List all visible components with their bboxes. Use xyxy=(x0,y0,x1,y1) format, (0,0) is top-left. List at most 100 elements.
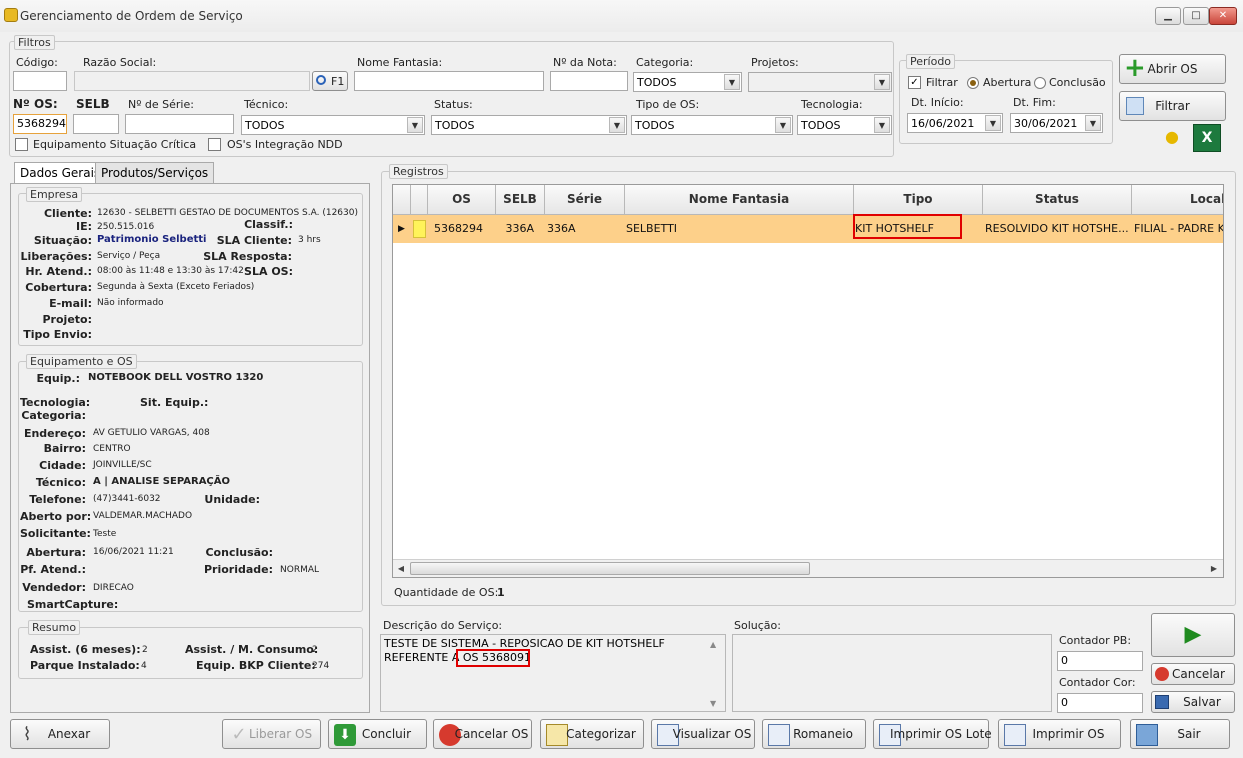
conclusao-radio[interactable] xyxy=(1034,77,1046,89)
romaneio-button[interactable]: Romaneio xyxy=(762,719,866,749)
title-bar: Gerenciamento de Ordem de Serviço ▁ □ ✕ xyxy=(0,0,1243,32)
ndd-label: OS's Integração NDD xyxy=(227,138,343,151)
imprimir-os-lote-button[interactable]: Imprimir OS Lote xyxy=(873,719,992,749)
selb-input[interactable] xyxy=(73,114,119,134)
classif-key: Classif.: xyxy=(244,218,293,231)
bairro-key: Bairro: xyxy=(43,442,86,455)
conclusao-label: Conclusão xyxy=(1049,76,1106,89)
tipo-os-select[interactable]: TODOS ▼ xyxy=(631,115,793,135)
tab-dados-gerais[interactable]: Dados Gerais xyxy=(14,162,107,184)
filtrar-checkbox[interactable]: ✓ xyxy=(908,76,921,89)
chevron-down-icon: ▼ xyxy=(874,74,890,90)
parque-value: 4 xyxy=(141,661,147,671)
critica-label: Equipamento Situação Crítica xyxy=(33,138,197,151)
save-icon xyxy=(1155,695,1169,709)
descricao-textarea[interactable]: TESTE DE SISTEMA - REPOSICAO DE KIT HOTS… xyxy=(380,634,726,712)
nome-fantasia-input[interactable] xyxy=(354,71,544,91)
bairro-value: CENTRO xyxy=(93,444,131,454)
col-nome-fantasia[interactable]: Nome Fantasia xyxy=(625,185,854,215)
situacao-value: Patrimonio Selbetti xyxy=(97,234,207,245)
scroll-down-icon[interactable]: ▼ xyxy=(710,697,716,711)
nota-label: Nº da Nota: xyxy=(553,56,617,69)
anexar-button[interactable]: ⌇ Anexar xyxy=(10,719,110,749)
scrollbar-thumb[interactable] xyxy=(410,562,810,575)
cancelar-os-button[interactable]: Cancelar OS xyxy=(433,719,532,749)
excel-icon[interactable]: X xyxy=(1193,124,1221,152)
horizontal-scrollbar[interactable]: ◀ ▶ xyxy=(393,559,1223,577)
col-tipo[interactable]: Tipo xyxy=(854,185,983,215)
cidade-value: JOINVILLE/SC xyxy=(93,460,152,470)
filtrar-button[interactable]: Filtrar xyxy=(1119,91,1226,121)
cell-status: RESOLVIDO KIT HOTSHE... xyxy=(985,222,1129,235)
col-status[interactable]: Status xyxy=(983,185,1132,215)
tecnologia-value: TODOS xyxy=(801,119,841,132)
search-f1-button[interactable]: F1 xyxy=(312,71,348,91)
fim-date[interactable]: 30/06/2021 ▼ xyxy=(1010,113,1103,133)
visualizar-os-button[interactable]: Visualizar OS xyxy=(651,719,755,749)
projetos-label: Projetos: xyxy=(751,56,799,69)
solucao-textarea[interactable] xyxy=(732,634,1052,712)
codigo-input[interactable] xyxy=(13,71,67,91)
registros-grid: OS SELB Série Nome Fantasia Tipo Status … xyxy=(392,184,1224,578)
pf-atend-key: Pf. Atend.: xyxy=(20,563,86,576)
status-label: Status: xyxy=(434,98,473,111)
email-value: Não informado xyxy=(97,298,164,308)
table-row[interactable]: ▶ 5368294 336A 336A SELBETTI KIT HOTSHEL… xyxy=(393,215,1223,243)
liberar-os-button[interactable]: ✓ Liberar OS xyxy=(222,719,321,749)
col-selb[interactable]: SELB xyxy=(496,185,545,215)
cobertura-key: Cobertura: xyxy=(25,281,92,294)
visualizar-os-label: Visualizar OS xyxy=(672,727,752,741)
tab-produtos-servicos[interactable]: Produtos/Serviços xyxy=(95,162,215,183)
serie-input[interactable] xyxy=(125,114,234,134)
categorizar-button[interactable]: Categorizar xyxy=(540,719,644,749)
tecnico-select[interactable]: TODOS ▼ xyxy=(241,115,425,135)
qtd-os-label: Quantidade de OS: xyxy=(394,586,499,599)
tecnologia-select[interactable]: TODOS ▼ xyxy=(797,115,892,135)
nos-input[interactable]: 5368294 xyxy=(13,114,67,134)
razao-input[interactable] xyxy=(74,71,310,91)
close-button[interactable]: ✕ xyxy=(1209,7,1237,25)
play-button[interactable]: ▶ xyxy=(1151,613,1235,657)
cancel-icon xyxy=(1155,667,1169,681)
lightbulb-icon[interactable]: ● xyxy=(1165,128,1179,146)
critica-checkbox[interactable] xyxy=(15,138,28,151)
descricao-label: Descrição do Serviço: xyxy=(383,619,503,632)
abrir-os-button[interactable]: + Abrir OS xyxy=(1119,54,1226,84)
row-pointer-icon: ▶ xyxy=(398,224,405,234)
projetos-select[interactable]: ▼ xyxy=(748,72,892,92)
cancelar-button[interactable]: Cancelar xyxy=(1151,663,1235,685)
ndd-checkbox[interactable] xyxy=(208,138,221,151)
hr-atend-value: 08:00 às 11:48 e 13:30 às 17:42 xyxy=(97,266,244,276)
liberacoes-key: Liberações: xyxy=(20,250,92,263)
contador-pb-input[interactable]: 0 xyxy=(1057,651,1143,671)
bkp-key: Equip. BKP Cliente: xyxy=(196,659,316,672)
contador-cor-input[interactable]: 0 xyxy=(1057,693,1143,713)
sair-button[interactable]: Sair xyxy=(1130,719,1230,749)
razao-label: Razão Social: xyxy=(83,56,157,69)
scroll-up-icon[interactable]: ▲ xyxy=(710,638,716,652)
imprimir-os-button[interactable]: Imprimir OS xyxy=(998,719,1121,749)
salvar-button[interactable]: Salvar xyxy=(1151,691,1235,713)
tipo-envio-key: Tipo Envio: xyxy=(23,328,92,341)
fim-value: 30/06/2021 xyxy=(1014,117,1078,130)
col-serie[interactable]: Série xyxy=(545,185,625,215)
abertura-radio[interactable] xyxy=(967,77,979,89)
inicio-value: 16/06/2021 xyxy=(911,117,975,130)
maximize-button[interactable]: □ xyxy=(1183,7,1209,25)
col-local[interactable]: Local xyxy=(1132,185,1223,215)
tecnico-key: Técnico: xyxy=(35,476,86,489)
abertura-value: 16/06/2021 11:21 xyxy=(93,547,174,557)
inicio-date[interactable]: 16/06/2021 ▼ xyxy=(907,113,1003,133)
scroll-right-icon[interactable]: ▶ xyxy=(1208,562,1220,575)
concluir-button[interactable]: ⬇ Concluir xyxy=(328,719,427,749)
col-os[interactable]: OS xyxy=(428,185,496,215)
scroll-left-icon[interactable]: ◀ xyxy=(395,562,407,575)
minimize-button[interactable]: ▁ xyxy=(1155,7,1181,25)
chevron-down-icon: ▼ xyxy=(1085,115,1101,131)
nome-fantasia-label: Nome Fantasia: xyxy=(357,56,443,69)
search-icon xyxy=(316,75,326,85)
window-title: Gerenciamento de Ordem de Serviço xyxy=(20,9,243,23)
nota-input[interactable] xyxy=(550,71,628,91)
status-select[interactable]: TODOS ▼ xyxy=(431,115,627,135)
categoria-select[interactable]: TODOS ▼ xyxy=(633,72,742,92)
